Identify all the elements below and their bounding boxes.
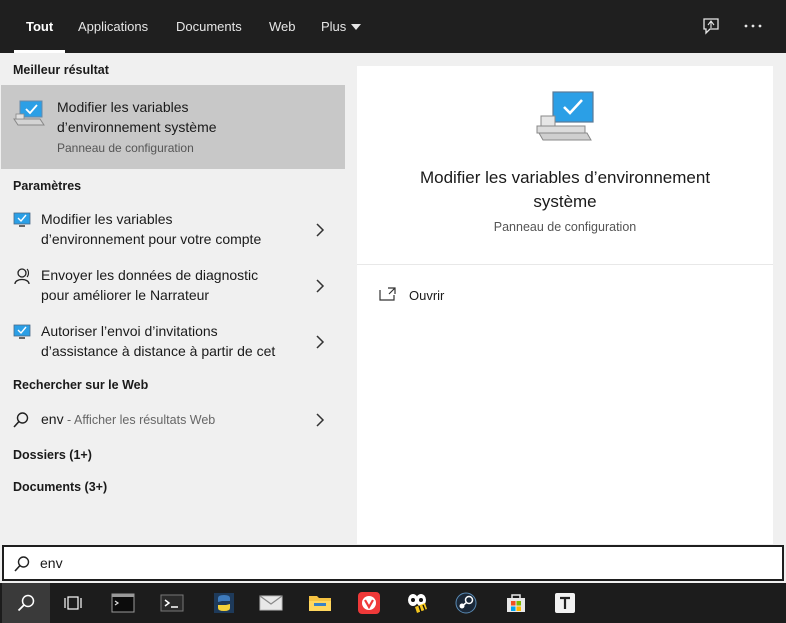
control-panel-monitor-icon [13, 100, 45, 126]
settings-item-line2: pour améliorer le Narrateur [41, 287, 210, 303]
store-icon [507, 594, 525, 612]
tab-more-label: Plus [321, 19, 347, 34]
best-match-heading: Meilleur résultat [13, 63, 109, 77]
chevron-right-icon[interactable] [313, 222, 327, 238]
web-search-query: env [41, 411, 64, 427]
python-icon [214, 593, 234, 613]
steam-icon [455, 592, 477, 614]
taskbar-bee-app[interactable] [394, 583, 442, 623]
taskbar [0, 583, 786, 623]
more-icon [744, 24, 762, 28]
chevron-right-icon[interactable] [313, 278, 327, 294]
taskbar-task-view-button[interactable] [49, 583, 97, 623]
feedback-icon [703, 18, 719, 35]
preview-title-line2: système [533, 192, 597, 211]
settings-item-text: Autoriser l’envoi d’invitations d’assist… [41, 321, 301, 361]
search-tabs-bar: Tout Applications Documents Web Plus [0, 0, 786, 53]
search-box [2, 545, 784, 581]
search-icon [14, 556, 30, 572]
open-label: Ouvrir [409, 288, 445, 303]
taskbar-mail[interactable] [247, 583, 295, 623]
preview-divider [357, 264, 773, 265]
preview-title-line1: Modifier les variables d’environnement [419, 168, 711, 187]
folders-group[interactable]: Dossiers (1+) [13, 448, 92, 462]
settings-item-remote-assistance[interactable]: Autoriser l’envoi d’invitations d’assist… [1, 317, 345, 369]
tab-more[interactable]: Plus [321, 0, 362, 53]
settings-item-line2: d’assistance à distance à partir de cet [41, 343, 276, 359]
taskbar-steam[interactable] [442, 583, 490, 623]
settings-item-line1: Modifier les variables [41, 211, 173, 227]
best-match-subtitle: Panneau de configuration [57, 141, 194, 155]
taskbar-typora[interactable] [541, 583, 589, 623]
settings-item-narrator-diagnostics[interactable]: Envoyer les données de diagnostic pour a… [1, 261, 345, 313]
taskbar-file-explorer[interactable] [296, 583, 344, 623]
file-explorer-icon [309, 596, 331, 611]
taskbar-command-prompt[interactable] [99, 583, 147, 623]
open-icon [379, 287, 396, 301]
preview-title: Modifier les variables d’environnement s… [357, 166, 773, 214]
results-list: Meilleur résultat Modifier les variables… [1, 53, 345, 543]
more-options-button[interactable] [740, 13, 766, 39]
tab-web[interactable]: Web [269, 0, 296, 53]
narrator-icon [14, 268, 30, 285]
web-search-heading: Rechercher sur le Web [13, 378, 149, 392]
documents-group[interactable]: Documents (3+) [13, 480, 107, 494]
search-window: Tout Applications Documents Web Plus Mei… [0, 0, 786, 623]
tab-all[interactable]: Tout [13, 0, 66, 53]
control-panel-monitor-icon [536, 91, 594, 141]
search-icon [13, 412, 29, 428]
taskbar-search-button[interactable] [2, 583, 50, 623]
task-view-icon [64, 596, 82, 610]
taskbar-python[interactable] [200, 583, 248, 623]
command-prompt-icon [111, 593, 135, 613]
settings-item-line1: Autoriser l’envoi d’invitations [41, 323, 218, 339]
monitor-icon [13, 212, 31, 227]
feedback-button[interactable] [698, 13, 724, 39]
best-match-title-line2: d’environnement système [57, 119, 217, 135]
taskbar-store[interactable] [492, 583, 540, 623]
taskbar-vivaldi[interactable] [345, 583, 393, 623]
settings-item-user-env-vars[interactable]: Modifier les variables d’environnement p… [1, 205, 345, 257]
caret-down-icon [351, 23, 362, 30]
preview-subtitle: Panneau de configuration [493, 220, 637, 234]
best-match-title-line1: Modifier les variables [57, 99, 189, 115]
chevron-right-icon[interactable] [313, 412, 327, 428]
mail-icon [259, 595, 283, 611]
vivaldi-icon [358, 592, 380, 614]
taskbar-terminal[interactable] [148, 583, 196, 623]
settings-item-text: Modifier les variables d’environnement p… [41, 209, 301, 249]
preview-pane: Modifier les variables d’environnement s… [357, 66, 773, 544]
typora-icon [555, 593, 575, 613]
search-input[interactable] [40, 551, 760, 575]
terminal-icon [160, 594, 184, 612]
best-match-title: Modifier les variables d’environnement s… [57, 97, 317, 137]
monitor-icon [13, 324, 31, 339]
tab-documents[interactable]: Documents [176, 0, 242, 53]
best-match-item[interactable]: Modifier les variables d’environnement s… [1, 85, 345, 169]
settings-item-line2: d’environnement pour votre compte [41, 231, 262, 247]
settings-heading: Paramètres [13, 179, 82, 193]
web-search-hint: - Afficher les résultats Web [63, 413, 216, 427]
tab-applications[interactable]: Applications [78, 0, 148, 53]
bee-app-icon [408, 594, 427, 613]
settings-item-text: Envoyer les données de diagnostic pour a… [41, 265, 301, 305]
settings-item-line1: Envoyer les données de diagnostic [41, 267, 259, 283]
chevron-right-icon[interactable] [313, 334, 327, 350]
search-icon [17, 594, 35, 612]
web-search-text: env - Afficher les résultats Web [41, 411, 215, 427]
web-search-item[interactable]: env - Afficher les résultats Web [1, 405, 345, 435]
